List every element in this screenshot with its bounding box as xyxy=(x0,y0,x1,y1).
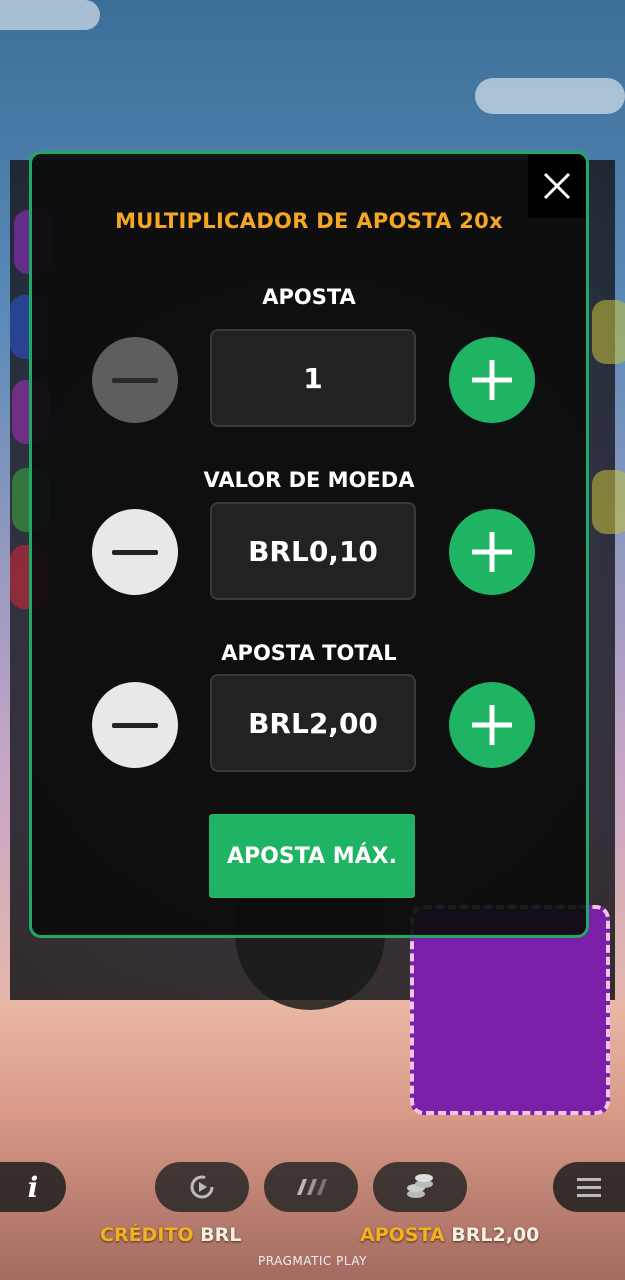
info-icon: i xyxy=(27,1170,39,1204)
bet-increase-button[interactable] xyxy=(449,337,535,423)
plus-icon xyxy=(472,532,512,572)
minus-icon xyxy=(112,549,158,555)
bet-display-value: BRL2,00 xyxy=(451,1224,540,1246)
candy-symbol xyxy=(592,470,625,534)
info-button[interactable]: i xyxy=(0,1162,66,1212)
bet-value: 1 xyxy=(210,329,416,427)
cloud xyxy=(475,78,625,114)
plus-icon xyxy=(472,705,512,745)
bet-label: APOSTA xyxy=(262,285,356,309)
credit-value: BRL xyxy=(200,1224,242,1246)
coins-icon xyxy=(407,1174,433,1198)
coin-value-label: VALOR DE MOEDA xyxy=(203,468,415,492)
coin-value-increase-button[interactable] xyxy=(449,509,535,595)
max-bet-button[interactable]: APOSTA MÁX. xyxy=(209,814,415,898)
bet-decrease-button[interactable] xyxy=(92,337,178,423)
brand-logo-text: PRAGMATIC PLAY xyxy=(258,1254,367,1268)
menu-button[interactable] xyxy=(553,1162,625,1212)
candy-symbol xyxy=(592,300,625,364)
credit-label: CRÉDITO xyxy=(100,1224,194,1246)
turbo-icon xyxy=(297,1179,327,1195)
minus-icon xyxy=(112,722,158,728)
minus-icon xyxy=(112,377,158,383)
turbo-button[interactable] xyxy=(264,1162,358,1212)
menu-icon xyxy=(577,1178,601,1197)
autoplay-icon xyxy=(190,1175,214,1199)
autoplay-button[interactable] xyxy=(155,1162,249,1212)
total-bet-decrease-button[interactable] xyxy=(92,682,178,768)
bet-display-label: APOSTA xyxy=(360,1224,445,1246)
bet-settings-modal: MULTIPLICADOR DE APOSTA 20x APOSTA 1 VAL… xyxy=(29,151,589,938)
total-bet-increase-button[interactable] xyxy=(449,682,535,768)
cloud xyxy=(0,0,100,30)
total-bet-value: BRL2,00 xyxy=(210,674,416,772)
total-bet-label: APOSTA TOTAL xyxy=(221,641,397,665)
close-icon xyxy=(543,172,571,200)
credit-display: CRÉDITO BRL xyxy=(100,1224,241,1246)
bet-display: APOSTA BRL2,00 xyxy=(360,1224,539,1246)
plus-icon xyxy=(472,360,512,400)
modal-title: MULTIPLICADOR DE APOSTA 20x xyxy=(115,209,503,233)
coin-value-value: BRL0,10 xyxy=(210,502,416,600)
coin-value-decrease-button[interactable] xyxy=(92,509,178,595)
bet-settings-button[interactable] xyxy=(373,1162,467,1212)
